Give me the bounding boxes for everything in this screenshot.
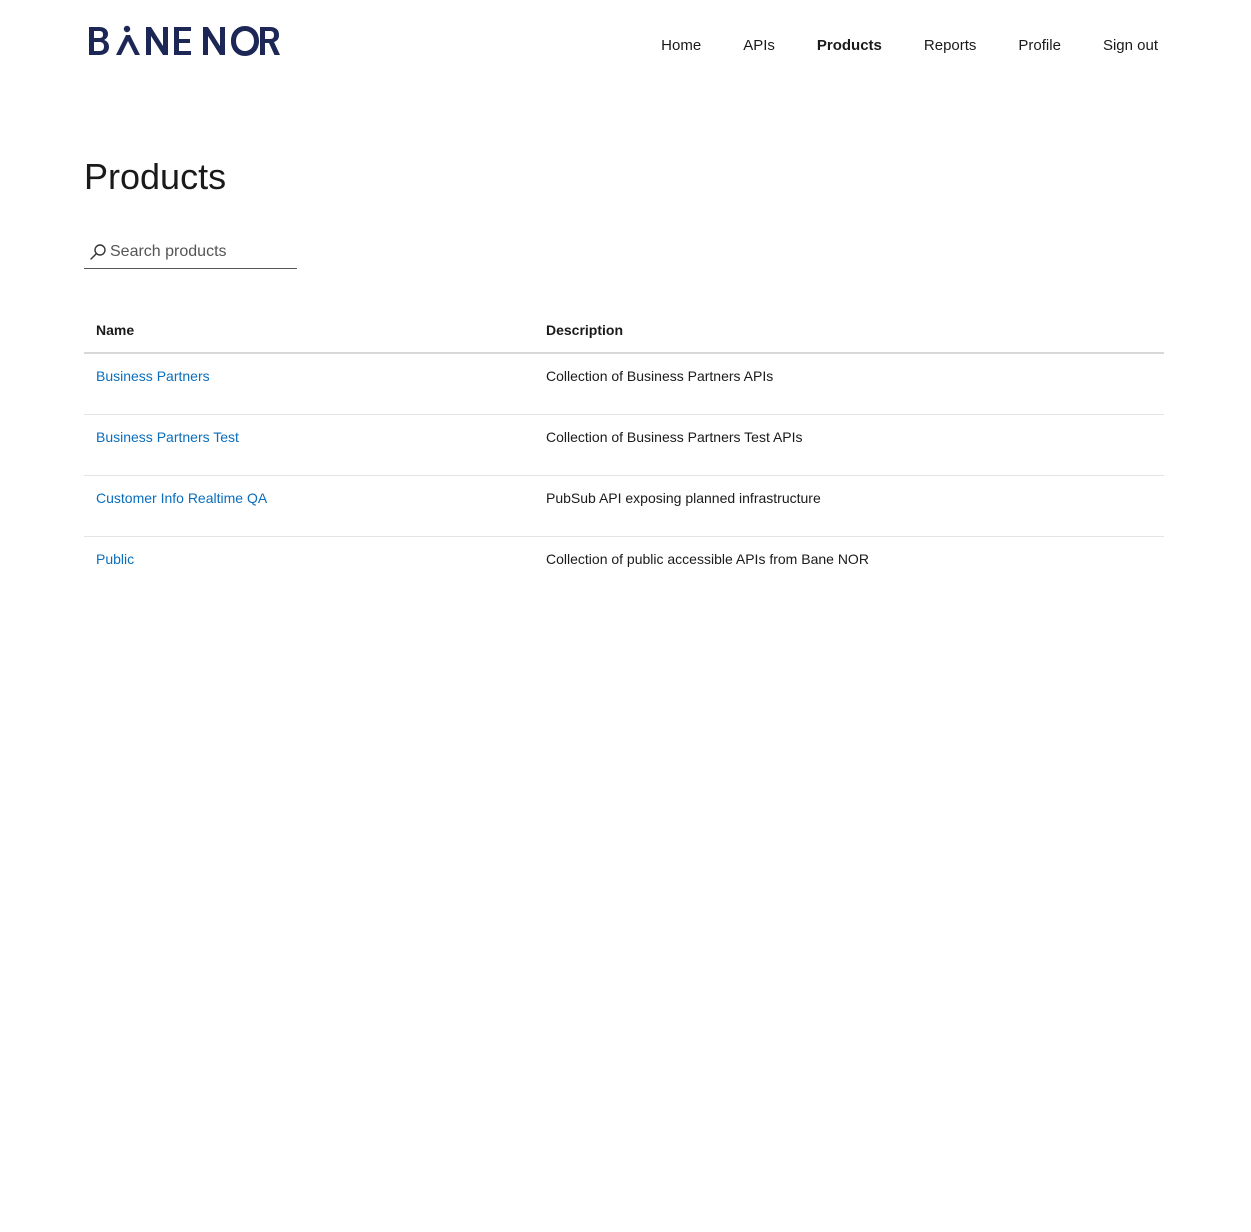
nav-apis[interactable]: APIs <box>743 36 775 56</box>
page-title: Products <box>84 156 227 197</box>
main-nav: Home APIs Products Reports Profile Sign … <box>619 36 1158 56</box>
column-header-description[interactable]: Description <box>534 310 1164 354</box>
table-row: Business Partners Collection of Business… <box>84 353 1164 415</box>
search-icon <box>88 242 108 262</box>
logo-graphic <box>89 25 280 56</box>
product-name-cell: Public <box>84 537 534 598</box>
product-link[interactable]: Customer Info Realtime QA <box>96 490 267 506</box>
nav-reports[interactable]: Reports <box>924 36 977 56</box>
product-description: PubSub API exposing planned infrastructu… <box>534 475 1164 537</box>
product-description: Collection of Business Partners Test API… <box>534 414 1164 476</box>
column-header-name[interactable]: Name <box>84 310 534 354</box>
product-link[interactable]: Public <box>96 551 134 567</box>
product-link[interactable]: Business Partners <box>96 368 210 384</box>
product-description: Collection of public accessible APIs fro… <box>546 551 869 567</box>
product-description: Collection of Business Partners APIs <box>534 353 1164 415</box>
product-name-cell: Business Partners Test <box>84 414 534 476</box>
nav-sign-out[interactable]: Sign out <box>1103 36 1158 56</box>
search-box <box>84 236 297 269</box>
products-table: Name Description Business Partners Colle… <box>84 310 1164 597</box>
page: Home APIs Products Reports Profile Sign … <box>0 0 1251 1232</box>
product-link[interactable]: Business Partners Test <box>96 429 239 445</box>
table-header-row: Name Description <box>84 310 1164 354</box>
product-name-cell: Business Partners <box>84 353 534 415</box>
nav-home[interactable]: Home <box>661 36 701 56</box>
search-input[interactable] <box>110 243 290 261</box>
table-row: Business Partners Test Collection of Bus… <box>84 414 1164 476</box>
bane-nor-logo[interactable] <box>88 22 280 60</box>
table-row: Public Collection of public accessible A… <box>84 537 1164 598</box>
nav-profile[interactable]: Profile <box>1018 36 1061 56</box>
product-name-cell: Customer Info Realtime QA <box>84 475 534 537</box>
table-row: Customer Info Realtime QA PubSub API exp… <box>84 475 1164 537</box>
nav-products[interactable]: Products <box>817 36 882 56</box>
